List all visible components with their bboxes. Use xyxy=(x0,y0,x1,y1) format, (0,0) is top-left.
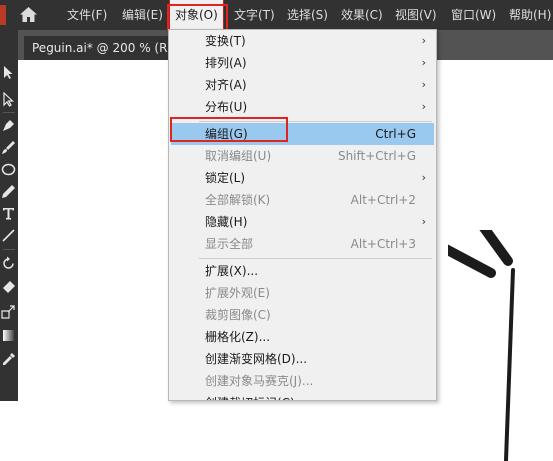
menu-divider xyxy=(199,121,432,122)
menu-item-label: 隐藏(H) xyxy=(205,215,248,229)
menu-item-label: 扩展(X)... xyxy=(205,264,259,278)
menu-item-shortcut: Ctrl+G xyxy=(375,127,416,141)
menu-item-label: 栅格化(Z)... xyxy=(205,330,271,344)
chevron-right-icon: › xyxy=(421,34,426,47)
menu-window[interactable]: 窗口(W) xyxy=(451,0,496,30)
menu-item-group[interactable]: 编组(G) Ctrl+G xyxy=(171,123,434,145)
eyedropper-tool-icon[interactable] xyxy=(1,352,16,367)
menu-item-label: 全部解锁(K) xyxy=(205,193,271,207)
home-icon[interactable] xyxy=(19,6,38,23)
menu-type[interactable]: 文字(T) xyxy=(234,0,275,30)
menu-item-label: 显示全部 xyxy=(205,237,254,251)
menu-item-label: 变换(T) xyxy=(205,34,246,48)
rotate-tool-icon[interactable] xyxy=(1,256,16,271)
menu-item-label: 取消编组(U) xyxy=(205,149,272,163)
document-tab[interactable]: Peguin.ai* @ 200 % (RGB/GPU 预览) xyxy=(24,36,184,60)
type-tool-icon[interactable] xyxy=(1,206,16,221)
menu-divider xyxy=(199,258,432,259)
menu-item-shortcut: Alt+Ctrl+3 xyxy=(350,237,416,251)
menu-item-hide[interactable]: 隐藏(H) › xyxy=(171,211,434,233)
menu-object[interactable]: 对象(O) xyxy=(169,0,224,29)
menu-item-trim-marks[interactable]: 创建裁切标记(C) xyxy=(171,392,434,400)
menu-item-crop-image[interactable]: 裁剪图像(C) xyxy=(171,304,434,326)
menu-item-distribute[interactable]: 分布(U) › xyxy=(171,96,434,118)
menu-item-label: 分布(U) xyxy=(205,100,248,114)
menu-help[interactable]: 帮助(H) xyxy=(509,0,551,30)
toolbar-divider xyxy=(3,112,15,113)
menu-item-shortcut: Alt+Ctrl+2 xyxy=(350,193,416,207)
menu-item-label: 创建对象马赛克(J)... xyxy=(205,374,314,388)
menu-item-rasterize[interactable]: 栅格化(Z)... xyxy=(171,326,434,348)
object-menu-dropdown: 变换(T) › 排列(A) › 对齐(A) › 分布(U) › 编组(G) Ct… xyxy=(168,29,437,401)
chevron-right-icon: › xyxy=(421,78,426,91)
gradient-tool-icon[interactable] xyxy=(1,328,16,343)
line-tool-icon[interactable] xyxy=(1,228,16,243)
chevron-right-icon: › xyxy=(421,215,426,228)
menu-item-label: 锁定(L) xyxy=(205,171,246,185)
paintbrush-tool-icon[interactable] xyxy=(1,140,16,155)
menu-item-label: 编组(G) xyxy=(205,127,248,141)
scale-tool-icon[interactable] xyxy=(1,304,16,319)
menu-item-align[interactable]: 对齐(A) › xyxy=(171,74,434,96)
app-logo[interactable] xyxy=(0,5,6,25)
menu-bar: 文件(F) 编辑(E) 对象(O) 文字(T) 选择(S) 效果(C) 视图(V… xyxy=(0,0,553,30)
pen-tool-icon[interactable] xyxy=(1,118,16,133)
eraser-tool-icon[interactable] xyxy=(1,280,16,295)
menu-item-show-all[interactable]: 显示全部 Alt+Ctrl+3 xyxy=(171,233,434,255)
menu-item-object-mosaic[interactable]: 创建对象马赛克(J)... xyxy=(171,370,434,392)
menu-edit[interactable]: 编辑(E) xyxy=(122,0,163,30)
menu-item-label: 裁剪图像(C) xyxy=(205,308,271,322)
menu-item-transform[interactable]: 变换(T) › xyxy=(171,30,434,52)
menu-item-arrange[interactable]: 排列(A) › xyxy=(171,52,434,74)
chevron-right-icon: › xyxy=(421,100,426,113)
menu-item-lock[interactable]: 锁定(L) › xyxy=(171,167,434,189)
artwork-drawing[interactable] xyxy=(448,230,553,461)
menu-view[interactable]: 视图(V) xyxy=(395,0,437,30)
menu-effect[interactable]: 效果(C) xyxy=(341,0,383,30)
pencil-tool-icon[interactable] xyxy=(1,184,16,199)
menu-item-label: 对齐(A) xyxy=(205,78,247,92)
menu-item-gradient-mesh[interactable]: 创建渐变网格(D)... xyxy=(171,348,434,370)
chevron-right-icon: › xyxy=(421,171,426,184)
menu-item-label: 排列(A) xyxy=(205,56,247,70)
tools-panel xyxy=(0,30,18,401)
toolbar-divider xyxy=(3,249,15,250)
selection-tool-icon[interactable] xyxy=(1,65,16,80)
menu-item-label: 创建渐变网格(D)... xyxy=(205,352,308,366)
menu-item-shortcut: Shift+Ctrl+G xyxy=(337,149,416,163)
menu-item-expand[interactable]: 扩展(X)... xyxy=(171,260,434,282)
shape-tool-icon[interactable] xyxy=(1,162,16,177)
menu-item-label: 创建裁切标记(C) xyxy=(205,392,295,400)
menu-item-label: 扩展外观(E) xyxy=(205,286,270,300)
direct-selection-tool-icon[interactable] xyxy=(1,92,16,107)
menu-item-unlock-all[interactable]: 全部解锁(K) Alt+Ctrl+2 xyxy=(171,189,434,211)
menu-file[interactable]: 文件(F) xyxy=(67,0,107,30)
menu-item-ungroup[interactable]: 取消编组(U) Shift+Ctrl+G xyxy=(171,145,434,167)
chevron-right-icon: › xyxy=(421,56,426,69)
menu-item-expand-appearance[interactable]: 扩展外观(E) xyxy=(171,282,434,304)
menu-select[interactable]: 选择(S) xyxy=(287,0,328,30)
